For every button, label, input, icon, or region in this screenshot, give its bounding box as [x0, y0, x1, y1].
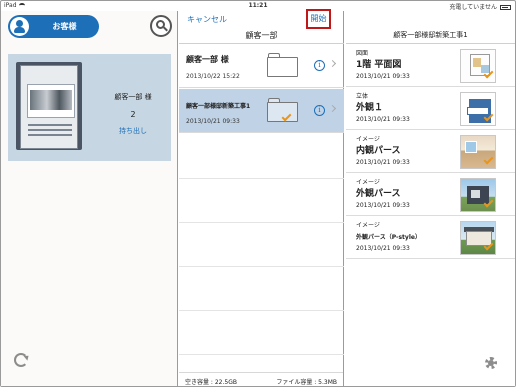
- file-size: ファイル容量 : 5.3MB: [276, 379, 337, 386]
- refresh-icon[interactable]: [14, 353, 28, 367]
- folder-row-selected[interactable]: 顧客一部様邸新築工事1 2013/10/21 09:33 i: [179, 89, 344, 133]
- free-space: 空き容量 : 22.5GB: [185, 379, 237, 386]
- folder-name: 顧客一部様邸新築工事1: [186, 103, 251, 110]
- document-pane: 顧客一部様邸新築工事1 図面 1階 平面図 2013/10/21 09:33 立…: [346, 11, 515, 386]
- folder-date: 2013/10/21 09:33: [186, 118, 240, 125]
- document-date: 2013/10/21 09:33: [356, 245, 410, 252]
- document-name: 外観１: [356, 103, 384, 113]
- document-row[interactable]: イメージ 外観パース（P-style） 2013/10/21 09:33: [346, 217, 515, 259]
- floor-plan-thumbnail: [460, 49, 496, 83]
- document-category: イメージ: [356, 179, 380, 186]
- document-name: 外観パース（P-style）: [356, 234, 421, 241]
- cancel-button[interactable]: キャンセル: [187, 14, 227, 25]
- document-category: 立体: [356, 93, 369, 100]
- status-time: 11:21: [248, 2, 268, 9]
- document-name: 1階 平面図: [356, 60, 402, 70]
- status-battery: 充電していません: [449, 2, 511, 11]
- elevation-thumbnail: [460, 92, 496, 126]
- list-divider: [179, 222, 344, 223]
- user-icon: [10, 17, 29, 36]
- binder-icon: [16, 62, 90, 153]
- document-pane-title: 顧客一部様邸新築工事1: [393, 31, 468, 39]
- checkmark-icon: [483, 154, 494, 165]
- chevron-right-icon: [328, 59, 337, 68]
- takeout-link[interactable]: 持ち出し: [100, 126, 166, 136]
- document-row[interactable]: イメージ 外観パース 2013/10/21 09:33: [346, 174, 515, 216]
- document-date: 2013/10/21 09:33: [356, 73, 410, 80]
- customer-button[interactable]: お客様: [8, 15, 99, 38]
- list-divider: [179, 266, 344, 267]
- search-button[interactable]: [150, 15, 172, 37]
- document-row[interactable]: 図面 1階 平面図 2013/10/21 09:33: [346, 45, 515, 87]
- document-category: イメージ: [356, 136, 380, 143]
- battery-icon: [500, 5, 511, 10]
- document-category: 図面: [356, 50, 369, 57]
- list-divider: [179, 354, 344, 355]
- folder-pane: キャンセル 開始 顧客一部 顧客一部 様 2013/10/22 15:22 i …: [179, 9, 344, 386]
- customer-count: 2: [130, 110, 136, 119]
- document-date: 2013/10/21 09:33: [356, 202, 410, 209]
- customer-card[interactable]: 顧客一部 様 2 持ち出し: [8, 54, 171, 161]
- customer-button-label: お客様: [52, 22, 77, 31]
- status-bar: iPad 11:21 充電していません: [1, 1, 515, 11]
- document-date: 2013/10/21 09:33: [356, 159, 410, 166]
- folder-date: 2013/10/22 15:22: [186, 73, 240, 80]
- document-category: イメージ: [356, 222, 380, 229]
- folder-name: 顧客一部 様: [186, 55, 229, 64]
- document-nav-bar: 顧客一部様邸新築工事1: [346, 11, 515, 44]
- chevron-right-icon: [328, 104, 337, 113]
- document-name: 外観パース: [356, 189, 401, 199]
- customer-pane: お客様 顧客一部 様 2 持ち出し: [1, 11, 178, 386]
- exterior-pstyle-thumbnail: [460, 221, 496, 255]
- info-icon[interactable]: i: [314, 60, 325, 71]
- customer-name: 顧客一部 様: [114, 93, 152, 101]
- gear-icon[interactable]: [483, 355, 499, 371]
- list-divider: [179, 310, 344, 311]
- folder-row[interactable]: 顧客一部 様 2013/10/22 15:22 i: [179, 44, 344, 88]
- document-row[interactable]: 立体 外観１ 2013/10/21 09:33: [346, 88, 515, 130]
- info-icon[interactable]: i: [314, 105, 325, 116]
- list-divider: [179, 178, 344, 179]
- start-button[interactable]: 開始: [306, 9, 331, 29]
- storage-footer: 空き容量 : 22.5GB ファイル容量 : 5.3MB: [179, 372, 343, 386]
- document-name: 内観パース: [356, 146, 401, 156]
- folder-nav-bar: キャンセル 開始 顧客一部: [179, 9, 344, 44]
- folder-pane-title: 顧客一部: [245, 31, 278, 40]
- exterior-thumbnail: [460, 178, 496, 212]
- folder-icon: [267, 53, 298, 78]
- document-row[interactable]: イメージ 内観パース 2013/10/21 09:33: [346, 131, 515, 173]
- document-date: 2013/10/21 09:33: [356, 116, 410, 123]
- interior-thumbnail: [460, 135, 496, 169]
